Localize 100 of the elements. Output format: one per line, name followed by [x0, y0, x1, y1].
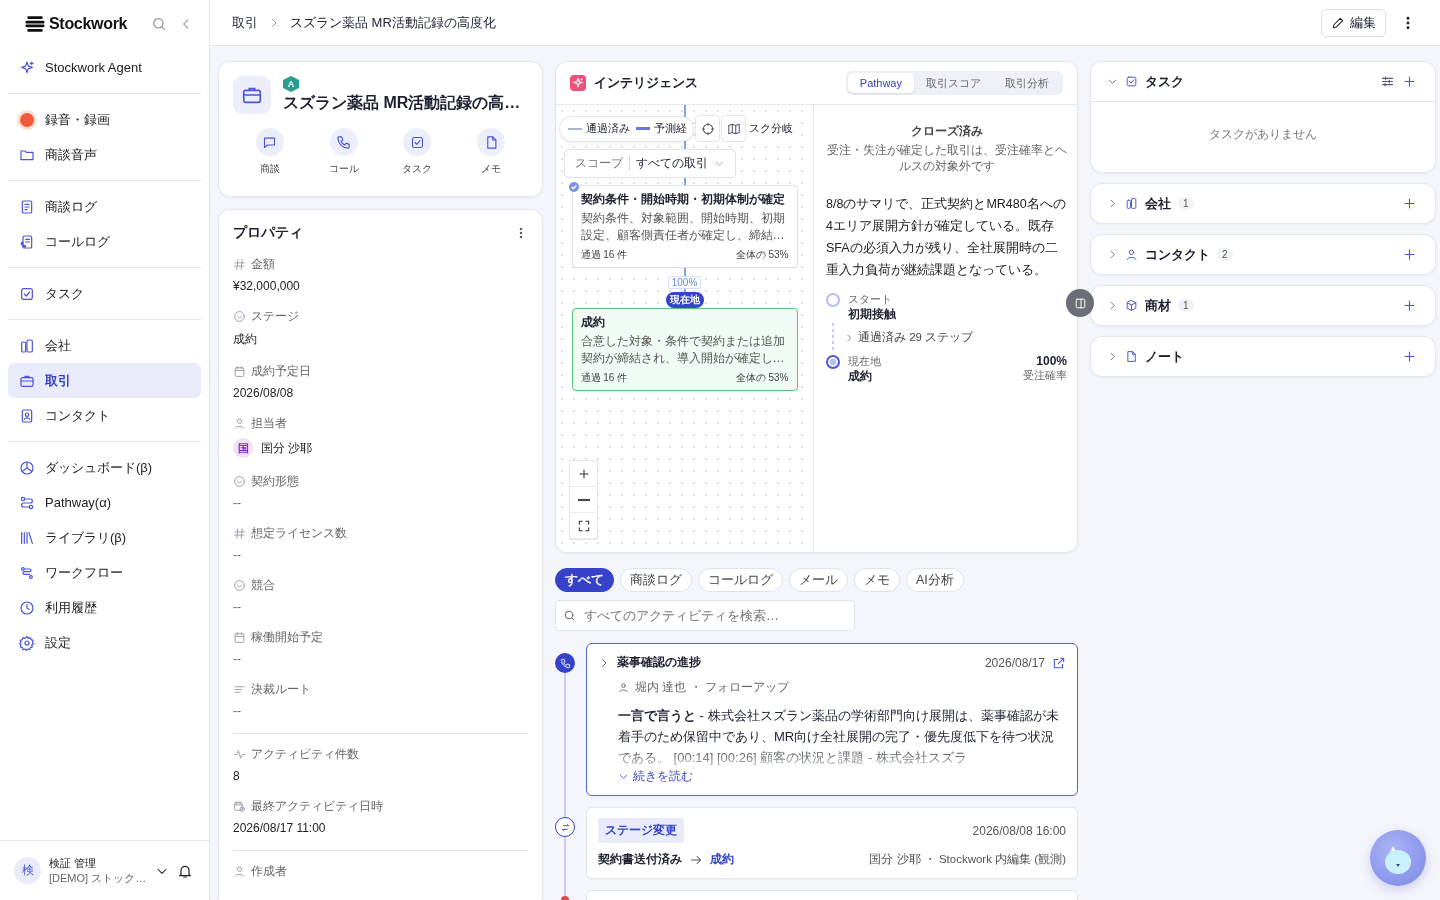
legend-label: 予測経	[654, 121, 687, 136]
sidebar-item[interactable]: コールログ	[8, 224, 201, 259]
stage-tag: ステージ変更	[598, 818, 684, 843]
summary-text: 8/8のサマリで、正式契約とMR480名への4エリア展開方針が確定している。既存SFAの必須入力が残り、全社展開時の二重入力負荷が継続課題となっている。	[826, 196, 1067, 279]
search-icon[interactable]	[151, 16, 167, 32]
sidebar-item[interactable]: タスク	[8, 276, 201, 311]
add-icon[interactable]	[1402, 298, 1417, 313]
field-label: 競合	[251, 577, 275, 594]
locate-button[interactable]	[695, 115, 720, 142]
person-icon	[233, 417, 246, 430]
field-label: 想定ライセンス数	[251, 525, 347, 542]
deal-title: スズラン薬品 MR活動記録の高…	[283, 93, 521, 113]
filter-chip[interactable]: AI分析	[906, 568, 964, 592]
map-button[interactable]	[721, 115, 746, 142]
edit-button[interactable]: 編集	[1321, 8, 1386, 37]
activity-card[interactable]: ステージ変更 2026/08/08 16:00 契約書送付済み 成約 国分 沙耶 ・ Stockwork 内編集 (観測)	[586, 807, 1078, 879]
sidebar-item[interactable]: 商談音声	[8, 137, 201, 172]
start-marker	[826, 292, 840, 307]
empty-message: タスクがありません	[1208, 126, 1318, 143]
sidebar-item[interactable]: 取引	[8, 363, 201, 398]
probability-value: 100%	[1036, 353, 1067, 368]
action-button[interactable]: コール	[313, 128, 374, 176]
sidebar-item[interactable]: ライブラリ(β)	[8, 520, 201, 555]
logo: Stockwork	[24, 13, 128, 35]
pencil-icon	[1331, 15, 1345, 30]
step-stage: 成約	[848, 368, 873, 384]
action-button[interactable]: タスク	[387, 128, 448, 176]
zoom-in-icon	[576, 466, 591, 481]
scope-dropdown[interactable]: スコープ すべての取引	[564, 149, 736, 178]
filter-chip[interactable]: メモ	[854, 568, 900, 592]
sidebar-item[interactable]: 商談ログ	[8, 189, 201, 224]
section-header[interactable]: タスク	[1091, 62, 1435, 102]
legend-line	[568, 127, 582, 130]
section-header[interactable]: ノート	[1091, 337, 1435, 376]
sidebar-item[interactable]: 利用履歴	[8, 590, 201, 625]
sparkle-icon	[19, 59, 35, 76]
section-header[interactable]: 商材 1	[1091, 286, 1435, 325]
read-more-link[interactable]: 続きを読む	[618, 768, 693, 785]
panel-title: インテリジェンス	[594, 74, 698, 92]
action-button[interactable]: 商談	[239, 128, 300, 176]
field-label: 作成者	[251, 863, 287, 880]
calendar-clock-icon	[233, 800, 246, 813]
search-field[interactable]: すべてのアクティビティを検索…	[555, 600, 855, 631]
assistant-button[interactable]	[1370, 830, 1426, 886]
external-link-icon[interactable]	[1052, 655, 1066, 670]
organization-name: [DEMO] ストック…	[49, 870, 147, 886]
expand-steps-link[interactable]: 通過済み 29 ステップ	[844, 330, 974, 346]
activity-card[interactable]: 薬事確認の進捗 2026/08/17 堀内 達也 ・ フォローアップ 一言で言うと - 株式会社スズラン薬品の学術部門向け展開は、薬事確認が未着手のため保留中であり、MR向け全社展開の完了・優先度低下を待つ状況である。 [00:14] [00:26] 顧客の状況と課題 - 株式会社スズラ 続きを読む	[586, 643, 1078, 796]
node-count: 通過 16 件	[580, 247, 628, 262]
sidebar-item[interactable]: 設定	[8, 625, 201, 660]
pathway-icon	[19, 494, 35, 511]
sparkle-icon	[570, 75, 586, 91]
stage-node[interactable]: 契約条件・開始時期・初期体制が確定 契約条件、対象範囲、開始時期、初期設定、顧客側責任者が確定し、締結… 通過 16 件 全体の 53%	[571, 185, 798, 268]
section-header[interactable]: コンタクト 2	[1091, 235, 1435, 274]
field-label: 稼働開始予定	[251, 629, 323, 646]
call-log-icon	[19, 233, 35, 250]
sidebar-item[interactable]: ワークフロー	[8, 555, 201, 590]
add-icon[interactable]	[1402, 196, 1417, 211]
add-icon[interactable]	[1402, 74, 1417, 89]
filter-chip[interactable]: コールログ	[698, 568, 783, 592]
node-description: 契約条件、対象範囲、開始時期、初期設定、顧客側責任者が確定し、締結…	[580, 210, 786, 244]
node-title: 成約	[580, 313, 606, 330]
sidebar-item[interactable]: Stockwork Agent	[8, 50, 201, 85]
pulse-icon	[233, 748, 246, 761]
field-label: アクティビティ件数	[251, 746, 359, 763]
tab[interactable]: Pathway	[847, 73, 914, 93]
filter-icon[interactable]	[1380, 74, 1395, 89]
sidebar-item[interactable]: ダッシュボード(β)	[8, 450, 201, 485]
phone-icon	[555, 653, 575, 673]
building-icon	[1125, 197, 1138, 210]
field-value: 2026/08/08	[233, 386, 295, 400]
sidebar-item[interactable]: 会社	[8, 328, 201, 363]
zoom-out-icon	[577, 498, 590, 501]
target-icon	[700, 121, 715, 136]
action-button[interactable]: メモ	[461, 128, 522, 176]
map-icon	[726, 121, 741, 136]
add-icon[interactable]	[1402, 349, 1417, 364]
current-badge: 現在地	[665, 291, 704, 308]
filter-chip[interactable]: メール	[789, 568, 848, 592]
add-icon[interactable]	[1402, 247, 1417, 262]
field-label: 契約形態	[251, 473, 299, 490]
sidebar-item[interactable]: Pathway(α)	[8, 485, 201, 520]
node-count: 通過 16 件	[580, 370, 628, 385]
tab[interactable]: 取引分析	[993, 73, 1061, 93]
section-header[interactable]: 会社 1	[1091, 184, 1435, 223]
breadcrumb-link[interactable]: 取引	[232, 13, 258, 32]
stage-node[interactable]: 成約 合意した対象・条件で契約または追加契約が締結され、導入開始が確定し… 通過 16 件 全体の 53%	[571, 307, 798, 391]
probability-label: 受注確率	[1023, 367, 1067, 383]
tab[interactable]: 取引スコア	[914, 73, 993, 93]
new-stage: 成約	[710, 851, 734, 868]
phone-icon	[336, 134, 352, 150]
previous-stage: 契約書送付済み	[598, 851, 682, 868]
filter-chip[interactable]: 商談ログ	[620, 568, 692, 592]
calendar-icon	[233, 631, 246, 644]
sidebar-item[interactable]: 録音・録画	[8, 102, 201, 137]
sidebar-item[interactable]: コンタクト	[8, 398, 201, 433]
count-badge: 2	[1217, 248, 1233, 261]
filter-chip[interactable]: すべて	[555, 568, 614, 592]
record-icon	[20, 112, 34, 127]
count-badge: 1	[1178, 197, 1194, 210]
